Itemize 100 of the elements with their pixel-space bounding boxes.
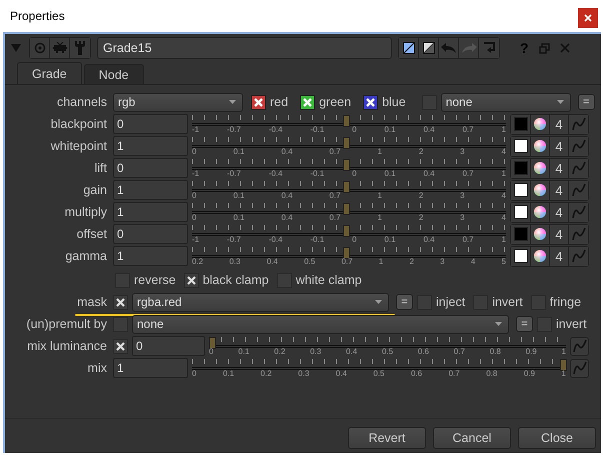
wrench-button[interactable] [70, 38, 90, 58]
value-field[interactable]: 0 [132, 336, 205, 356]
dialog-button[interactable]: Close [518, 427, 596, 449]
color-wheel-icon[interactable] [534, 250, 546, 262]
link-button[interactable]: = [516, 316, 533, 332]
link-button[interactable]: = [578, 94, 595, 110]
color-swatch-button[interactable] [399, 38, 419, 58]
checkbox[interactable] [184, 272, 199, 288]
close-button[interactable] [578, 8, 598, 28]
scale-label: 0 [352, 125, 357, 134]
dialog-button[interactable]: Revert [348, 427, 426, 449]
channels-dropdown[interactable]: rgb [113, 92, 243, 112]
scale-label: 2 [418, 191, 424, 200]
color-wheel-icon[interactable] [534, 118, 546, 130]
scale-label: -1 [192, 235, 200, 244]
channel-count-button[interactable]: 4 [550, 158, 569, 178]
scale-label: 3 [440, 257, 445, 266]
scale-label: 0.4 [423, 235, 435, 244]
value-field[interactable]: 1 [113, 358, 188, 378]
color-swatch[interactable] [514, 227, 528, 241]
slider-handle[interactable] [342, 159, 350, 171]
swatch-icon[interactable] [402, 42, 414, 54]
float-icon[interactable] [538, 42, 550, 54]
scale-label: 4 [502, 213, 506, 222]
scale-label: 0.1 [384, 125, 396, 134]
scale-label: 0.4 [423, 125, 435, 134]
value-field[interactable]: 1 [113, 202, 188, 222]
value-field[interactable]: 1 [113, 180, 188, 200]
wrench-icon[interactable] [74, 41, 86, 55]
value-field[interactable]: 1 [113, 136, 188, 156]
checkbox-label: invert [556, 317, 587, 331]
color-wheel-button[interactable] [531, 158, 550, 178]
scale-label: 0 [192, 191, 196, 200]
color-swatch[interactable] [514, 205, 528, 219]
channel-count-button[interactable]: 4 [550, 202, 569, 222]
channel-count-button[interactable]: 4 [550, 246, 569, 266]
color-swatch[interactable] [514, 139, 528, 153]
link-button[interactable]: = [396, 294, 413, 310]
node-name-field[interactable]: Grade15 [97, 37, 392, 59]
color-swatch[interactable] [514, 249, 528, 263]
value-field[interactable]: 0 [113, 114, 188, 134]
target-icon[interactable] [34, 42, 46, 54]
slider-handle[interactable] [342, 181, 350, 193]
checkbox[interactable] [113, 338, 128, 354]
color-swatch[interactable] [514, 161, 528, 175]
swatch-icon[interactable] [422, 42, 434, 54]
value-field[interactable]: 0 [113, 158, 188, 178]
scale-label: 0.8 [486, 369, 498, 378]
scale-label: 4 [470, 257, 476, 266]
color-wheel-button[interactable] [531, 224, 550, 244]
color-wheel-button[interactable] [531, 114, 550, 134]
color-wheel-icon[interactable] [534, 206, 546, 218]
redo-icon[interactable] [460, 43, 476, 53]
undo-icon[interactable] [440, 43, 456, 53]
slider-handle[interactable] [342, 203, 350, 215]
channel-count-button[interactable]: 4 [550, 114, 569, 134]
channel-count-button[interactable]: 4 [550, 136, 569, 156]
channel-checkbox[interactable] [300, 94, 316, 110]
slider-handle[interactable] [342, 115, 350, 127]
color-wheel-button[interactable] [531, 136, 550, 156]
color-wheel-icon[interactable] [534, 228, 546, 240]
value-field[interactable]: 1 [113, 246, 188, 266]
slider-handle[interactable] [342, 137, 350, 149]
checkbox[interactable] [113, 316, 128, 332]
slider-handle[interactable] [342, 247, 350, 259]
color-wheel-button[interactable] [531, 202, 550, 222]
slider-handle[interactable] [342, 225, 350, 237]
color-wheel-button[interactable] [531, 246, 550, 266]
redo-button[interactable] [459, 38, 479, 58]
collapse-arrow-icon[interactable] [11, 44, 21, 52]
slider-handle[interactable] [209, 337, 216, 349]
color-swatch[interactable] [514, 183, 528, 197]
color-wheel-icon[interactable] [534, 162, 546, 174]
tab[interactable]: Grade [17, 62, 82, 84]
color-wheel-button[interactable] [531, 180, 550, 200]
checkbox[interactable] [113, 294, 128, 310]
scale-label: 0.6 [410, 369, 422, 378]
channel-count-button[interactable]: 4 [550, 180, 569, 200]
channel-checkbox[interactable] [251, 94, 266, 110]
field-label: whitepoint [50, 139, 108, 153]
dialog-button[interactable]: Cancel [433, 427, 511, 449]
checkbox-label: red [270, 95, 288, 109]
monitor-button[interactable] [50, 38, 70, 58]
color-swatch-button[interactable] [419, 38, 439, 58]
tv-icon[interactable] [52, 42, 66, 54]
color-wheel-icon[interactable] [534, 140, 546, 152]
slider-handle[interactable] [560, 359, 567, 371]
scale-label: -0.4 [268, 125, 282, 134]
channel-dropdown[interactable]: none [440, 92, 571, 112]
color-wheel-icon[interactable] [534, 184, 546, 196]
tab[interactable]: Node [84, 64, 144, 84]
checkbox-label: green [319, 95, 352, 109]
channel-checkbox[interactable] [363, 94, 378, 110]
premult-dropdown[interactable]: none [132, 314, 509, 334]
value-field[interactable]: 0 [113, 224, 188, 244]
channel-count-button[interactable]: 4 [550, 224, 569, 244]
scale-label: 0.3 [310, 347, 322, 356]
viewer-toggle-button[interactable] [30, 38, 50, 58]
color-swatch[interactable] [514, 117, 528, 131]
mask-dropdown[interactable]: rgba.red [132, 292, 389, 312]
